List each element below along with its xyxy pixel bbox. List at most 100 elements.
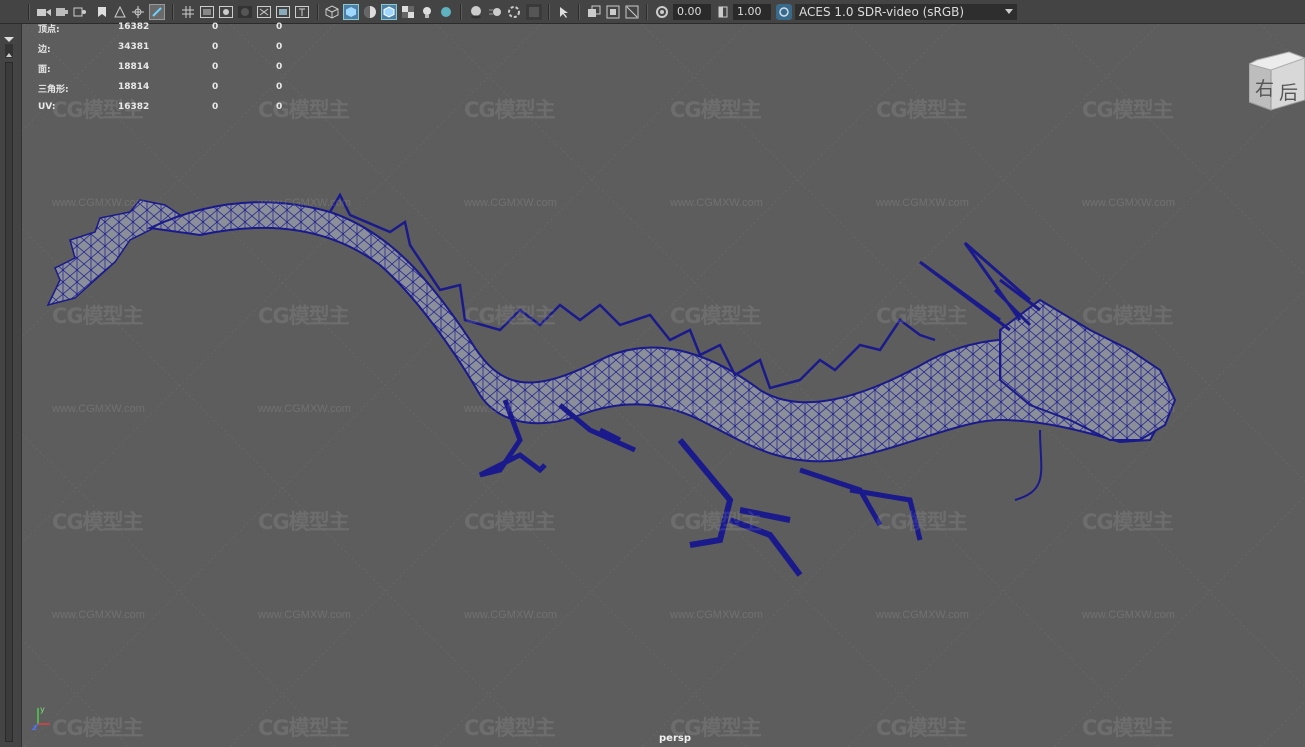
wireframe-on-shaded-icon[interactable]	[381, 4, 397, 20]
watermark-logo: CG模型主	[52, 98, 144, 122]
watermark-logo: CG模型主	[876, 98, 968, 122]
anti-aliasing-icon[interactable]	[506, 4, 522, 20]
watermark-logo: CG模型主	[1082, 510, 1174, 534]
watermark-logo: CG模型主	[876, 510, 968, 534]
hud-row: 边: 34381 0 0	[38, 42, 298, 62]
field-chart-icon[interactable]	[256, 4, 272, 20]
toolbar-separator	[317, 4, 319, 20]
hud-label: 面:	[38, 65, 51, 75]
hud-value: 0	[212, 82, 219, 92]
watermark-url: www.CGMXW.com	[258, 197, 351, 209]
hud-value: 34381	[118, 42, 150, 52]
gamma-icon[interactable]	[715, 4, 731, 20]
watermark-url: www.CGMXW.com	[876, 609, 969, 621]
shadows-icon[interactable]	[438, 4, 454, 20]
gamma-field[interactable]: 1.00	[733, 4, 771, 20]
color-management-icon[interactable]	[776, 4, 792, 20]
camera-select-icon[interactable]	[36, 4, 52, 20]
watermark-logo: CG模型主	[464, 510, 556, 534]
watermark-logo: CG模型主	[1082, 716, 1174, 740]
bookmarks-icon[interactable]	[72, 4, 88, 20]
watermark-url: www.CGMXW.com	[876, 403, 969, 415]
backface-culling-icon[interactable]	[624, 4, 640, 20]
watermark-logo: CG模型主	[670, 510, 762, 534]
grid-icon[interactable]	[180, 4, 196, 20]
watermark-logo: CG模型主	[876, 304, 968, 328]
watermark-url: www.CGMXW.com	[464, 609, 557, 621]
panel-scroll-up[interactable]	[5, 44, 13, 58]
exposure-field[interactable]: 0.00	[673, 4, 711, 20]
hud-row: 面: 18814 0 0	[38, 62, 298, 82]
viewport-toolbar: 0.00 1.00 ACES 1.0 SDR-video (sRGB)	[0, 0, 1305, 24]
hud-value: 0	[276, 82, 283, 92]
textured-icon[interactable]	[400, 4, 416, 20]
resolution-gate-icon[interactable]	[218, 4, 234, 20]
depth-of-field-icon[interactable]	[526, 4, 542, 20]
isolate-select-icon[interactable]	[556, 4, 572, 20]
watermark-logo: CG模型主	[876, 716, 968, 740]
dragon-mesh[interactable]	[46, 192, 1177, 577]
use-lights-icon[interactable]	[419, 4, 435, 20]
color-space-label: ACES 1.0 SDR-video (sRGB)	[799, 5, 965, 19]
watermark-url: www.CGMXW.com	[464, 403, 557, 415]
watermark-logo: CG模型主	[52, 510, 144, 534]
2d-pan-zoom-icon[interactable]	[112, 4, 128, 20]
wireframe-icon[interactable]	[324, 4, 340, 20]
safe-title-icon[interactable]	[294, 4, 310, 20]
hud-value: 0	[212, 22, 219, 32]
chevron-down-icon	[1004, 4, 1014, 22]
gate-mask-icon[interactable]	[237, 4, 253, 20]
hud-value: 0	[212, 42, 219, 52]
color-space-dropdown[interactable]: ACES 1.0 SDR-video (sRGB)	[795, 4, 1017, 20]
view-cube[interactable]: 右 后	[1247, 50, 1305, 112]
screen-space-ao-icon[interactable]	[468, 4, 484, 20]
safe-action-icon[interactable]	[275, 4, 291, 20]
watermark-url: www.CGMXW.com	[52, 609, 145, 621]
persp-viewport[interactable]	[22, 24, 1305, 747]
toolbar-separator	[172, 4, 174, 20]
watermark-url: www.CGMXW.com	[258, 609, 351, 621]
watermark-logo: CG模型主	[1082, 98, 1174, 122]
view-cube-front-face[interactable]: 右	[1255, 74, 1274, 101]
smooth-shade-icon[interactable]	[343, 4, 359, 20]
toolbar-separator	[460, 4, 462, 20]
watermark-logo: CG模型主	[670, 304, 762, 328]
hud-value: 18814	[118, 82, 150, 92]
image-plane-icon[interactable]	[94, 4, 110, 20]
hud-value: 18814	[118, 62, 150, 72]
dragon-front-right-leg	[558, 403, 637, 453]
xray-joints-icon[interactable]	[605, 4, 621, 20]
panel-scrollbar[interactable]	[5, 62, 13, 742]
camera-label: persp	[659, 733, 691, 744]
view-cube-side-face[interactable]: 后	[1279, 78, 1298, 105]
motion-blur-icon[interactable]	[487, 4, 503, 20]
grease-pencil-icon[interactable]	[130, 4, 146, 20]
watermark-logo: CG模型主	[670, 98, 762, 122]
hud-value: 0	[212, 102, 219, 112]
grease-pencil-active-icon[interactable]	[149, 4, 165, 20]
hud-row: 顶点: 16382 0 0	[38, 22, 298, 42]
toolbar-separator	[646, 4, 648, 20]
hud-value: 0	[276, 42, 283, 52]
watermark-url: www.CGMXW.com	[670, 609, 763, 621]
hud-value: 0	[276, 62, 283, 72]
watermark-logo: CG模型主	[464, 98, 556, 122]
dragon-tail-fin	[46, 199, 182, 307]
watermark-url: www.CGMXW.com	[1082, 403, 1175, 415]
watermark-url: www.CGMXW.com	[670, 197, 763, 209]
hud-value: 0	[276, 22, 283, 32]
watermark-logo: CG模型主	[258, 98, 350, 122]
watermark-logo: CG模型主	[464, 716, 556, 740]
xray-icon[interactable]	[586, 4, 602, 20]
toolbar-separator	[578, 4, 580, 20]
camera-attributes-icon[interactable]	[54, 4, 70, 20]
exposure-icon[interactable]	[654, 4, 670, 20]
film-gate-icon[interactable]	[199, 4, 215, 20]
hud-value: 16382	[118, 22, 150, 32]
hud-value: 0	[212, 62, 219, 72]
toolbar-separator	[28, 4, 30, 20]
use-default-material-icon[interactable]	[362, 4, 378, 20]
watermark-url: www.CGMXW.com	[464, 197, 557, 209]
watermark-logo: CG模型主	[52, 716, 144, 740]
watermark-url: www.CGMXW.com	[1082, 609, 1175, 621]
